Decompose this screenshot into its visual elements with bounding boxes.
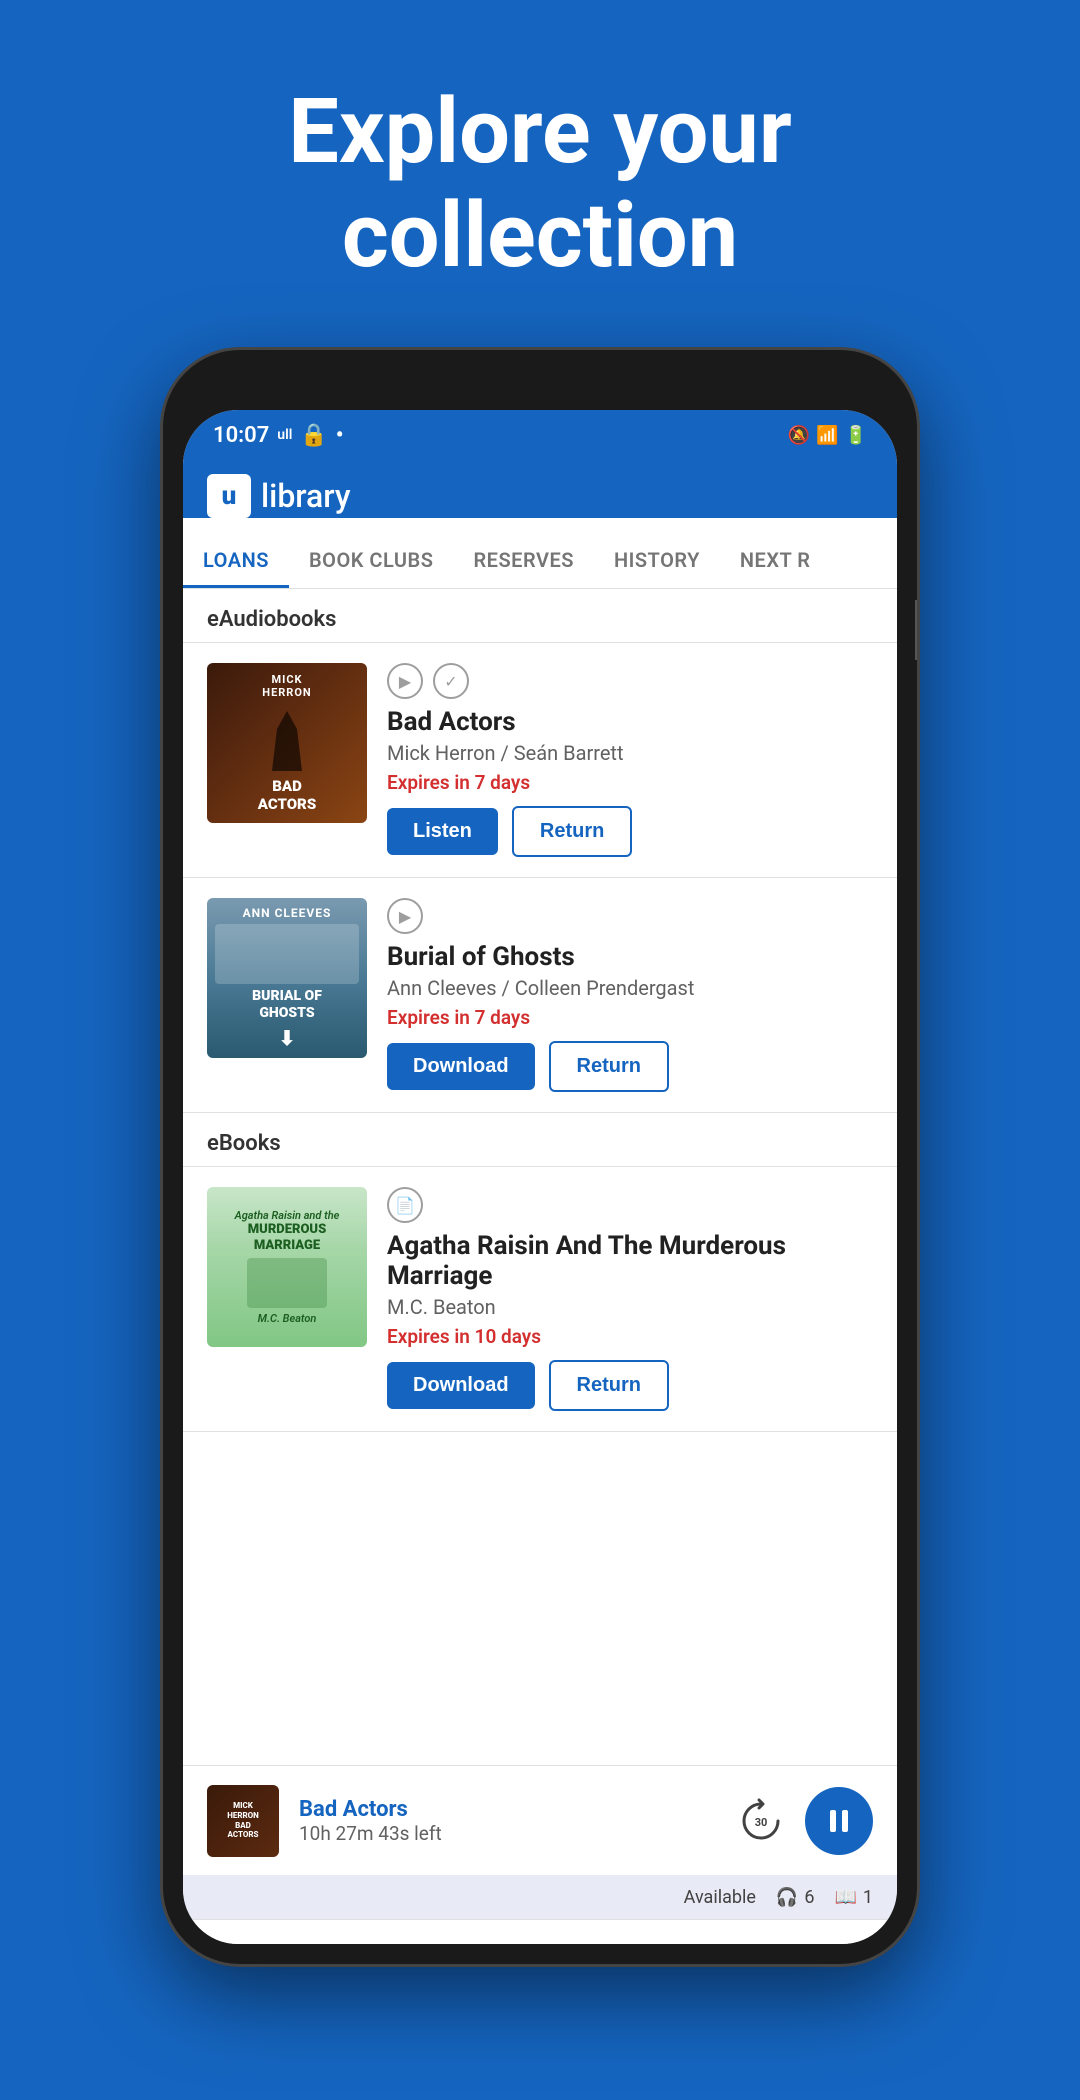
app-name: library bbox=[261, 477, 351, 515]
return-button-burial[interactable]: Return bbox=[549, 1041, 669, 1092]
pause-icon bbox=[822, 1804, 856, 1838]
nav-my-ulibrary[interactable]: My uLibrary bbox=[183, 1936, 326, 1945]
now-playing-cover: MICKHERRONBADACTORS bbox=[207, 1785, 279, 1857]
bad-actors-expires: Expires in 7 days bbox=[387, 771, 873, 794]
bad-actors-title: Bad Actors bbox=[387, 707, 873, 737]
logo-letter: u bbox=[222, 481, 237, 511]
agatha-title: Agatha Raisin And The Murderous Marriage bbox=[387, 1231, 873, 1291]
download-icon-cover: ⬇ bbox=[279, 1026, 296, 1050]
play-circle-icon-burial: ▶ bbox=[387, 898, 423, 934]
now-playing-info: Bad Actors 10h 27m 43s left bbox=[299, 1797, 711, 1845]
app-logo-box: u bbox=[207, 474, 251, 518]
burial-actions: Download Return bbox=[387, 1041, 873, 1092]
bottom-nav: My uLibrary eAudiobooks bbox=[183, 1919, 897, 1944]
book-info-burial: ▶ Burial of Ghosts Ann Cleeves / Colleen… bbox=[387, 898, 873, 1092]
status-signal-icon: ull bbox=[277, 427, 292, 443]
phone-notch bbox=[480, 350, 600, 378]
status-battery-icon: 🔋 bbox=[845, 425, 867, 446]
nav-eaudiobooks[interactable]: eAudiobooks bbox=[326, 1936, 469, 1945]
cover-title-burial: BURIAL OFGHOSTS bbox=[252, 988, 322, 1022]
book-cover-bad-actors: MICKHERRON BADACTORS bbox=[207, 663, 367, 823]
agatha-cover-sub: Agatha Raisin and the bbox=[235, 1209, 340, 1222]
status-wifi-icon: 📶 bbox=[816, 425, 838, 446]
cover-image-burial bbox=[215, 924, 359, 984]
tab-reserves[interactable]: RESERVES bbox=[453, 532, 593, 588]
burial-author: Ann Cleeves / Colleen Prendergast bbox=[387, 976, 873, 1000]
status-bar: 10:07 ull 🔒 • 🔕 📶 🔋 bbox=[183, 410, 897, 460]
nav-ebooks[interactable]: eBooks bbox=[469, 1936, 612, 1945]
book-cover-agatha: Agatha Raisin and the MURDEROUSMARRIAGE … bbox=[207, 1187, 367, 1347]
now-playing-bar: MICKHERRONBADACTORS Bad Actors 10h 27m 4… bbox=[183, 1765, 897, 1875]
book-icon-agatha: 📄 bbox=[387, 1187, 423, 1223]
available-label: Available bbox=[684, 1887, 756, 1908]
now-playing-cover-text: MICKHERRONBADACTORS bbox=[227, 1801, 259, 1839]
audio-icon: 🎧 bbox=[776, 1887, 798, 1908]
tab-loans[interactable]: LOANS bbox=[183, 532, 289, 588]
cover-author-bad-actors: MICKHERRON bbox=[262, 673, 311, 699]
status-time: 10:07 bbox=[213, 423, 269, 448]
agatha-actions: Download Return bbox=[387, 1360, 873, 1411]
tab-next-r[interactable]: NEXT R bbox=[720, 532, 831, 588]
book-meta-icons-agatha: 📄 bbox=[387, 1187, 873, 1223]
return-button-bad-actors[interactable]: Return bbox=[512, 806, 632, 857]
return-button-agatha[interactable]: Return bbox=[549, 1360, 669, 1411]
now-playing-time: 10h 27m 43s left bbox=[299, 1822, 711, 1845]
now-playing-controls: 30 bbox=[731, 1787, 873, 1855]
hero-section: Explore yourcollection 10:07 ull 🔒 • 🔕 � bbox=[0, 0, 1080, 1967]
book-item-burial-of-ghosts: Ann Cleeves BURIAL OFGHOSTS ⬇ ▶ Burial o… bbox=[183, 878, 897, 1113]
available-bar: Available 🎧 6 📖 1 bbox=[183, 1875, 897, 1919]
agatha-expires: Expires in 10 days bbox=[387, 1325, 873, 1348]
book-meta-icons-bad-actors: ▶ ✓ bbox=[387, 663, 873, 699]
status-lock-icon: 🔒 bbox=[300, 423, 327, 448]
side-button bbox=[915, 600, 920, 660]
agatha-cover-image bbox=[247, 1258, 327, 1308]
section-ebooks-header: eBooks bbox=[183, 1113, 897, 1167]
cover-silhouette bbox=[262, 711, 312, 771]
phone-screen: 10:07 ull 🔒 • 🔕 📶 🔋 u bbox=[183, 410, 897, 1944]
ebook-available-count: 📖 1 bbox=[834, 1887, 873, 1908]
content-area: eAudiobooks MICKHERRON BADACTORS ▶ ✓ bbox=[183, 589, 897, 1765]
book-cover-burial: Ann Cleeves BURIAL OFGHOSTS ⬇ bbox=[207, 898, 367, 1058]
cover-author-burial: Ann Cleeves bbox=[243, 906, 332, 920]
tab-bar: LOANS BOOK CLUBS RESERVES HISTORY NEXT R bbox=[183, 532, 897, 589]
book-info-bad-actors: ▶ ✓ Bad Actors Mick Herron / Seán Barret… bbox=[387, 663, 873, 857]
burial-title: Burial of Ghosts bbox=[387, 942, 873, 972]
pause-button[interactable] bbox=[805, 1787, 873, 1855]
section-eaudiobooks-header: eAudiobooks bbox=[183, 589, 897, 643]
download-button-burial[interactable]: Download bbox=[387, 1043, 535, 1090]
agatha-cover-author: M.C. Beaton bbox=[258, 1312, 317, 1325]
replay-icon: 30 bbox=[736, 1796, 786, 1846]
audio-available-count: 🎧 6 bbox=[776, 1887, 815, 1908]
svg-text:30: 30 bbox=[755, 1816, 768, 1829]
listen-button-bad-actors[interactable]: Listen bbox=[387, 808, 498, 855]
agatha-author: M.C. Beaton bbox=[387, 1295, 873, 1319]
replay-30-button[interactable]: 30 bbox=[731, 1791, 791, 1851]
bad-actors-author: Mick Herron / Seán Barrett bbox=[387, 741, 873, 765]
nav-search[interactable]: Search bbox=[611, 1936, 754, 1945]
phone-frame: 10:07 ull 🔒 • 🔕 📶 🔋 u bbox=[160, 347, 920, 1967]
download-button-agatha[interactable]: Download bbox=[387, 1362, 535, 1409]
burial-expires: Expires in 7 days bbox=[387, 1006, 873, 1029]
agatha-cover-title: MURDEROUSMARRIAGE bbox=[248, 1222, 326, 1253]
now-playing-title: Bad Actors bbox=[299, 1797, 711, 1822]
book-item-bad-actors: MICKHERRON BADACTORS ▶ ✓ Bad Actors Mick… bbox=[183, 643, 897, 878]
app-header: u library bbox=[183, 460, 897, 518]
book-item-agatha-raisin: Agatha Raisin and the MURDEROUSMARRIAGE … bbox=[183, 1167, 897, 1432]
play-circle-icon: ▶ bbox=[387, 663, 423, 699]
cover-title-bad-actors: BADACTORS bbox=[258, 777, 316, 813]
nav-more[interactable]: ••• More bbox=[754, 1941, 897, 1945]
book-meta-icons-burial: ▶ bbox=[387, 898, 873, 934]
book-info-agatha: 📄 Agatha Raisin And The Murderous Marria… bbox=[387, 1187, 873, 1411]
check-circle-icon: ✓ bbox=[433, 663, 469, 699]
hero-title: Explore yourcollection bbox=[0, 80, 1080, 287]
ebook-icon: 📖 bbox=[834, 1887, 856, 1908]
status-mute-icon: 🔕 bbox=[788, 425, 810, 446]
bad-actors-actions: Listen Return bbox=[387, 806, 873, 857]
status-dot: • bbox=[336, 423, 344, 448]
tab-book-clubs[interactable]: BOOK CLUBS bbox=[289, 532, 453, 588]
tab-history[interactable]: HISTORY bbox=[594, 532, 720, 588]
